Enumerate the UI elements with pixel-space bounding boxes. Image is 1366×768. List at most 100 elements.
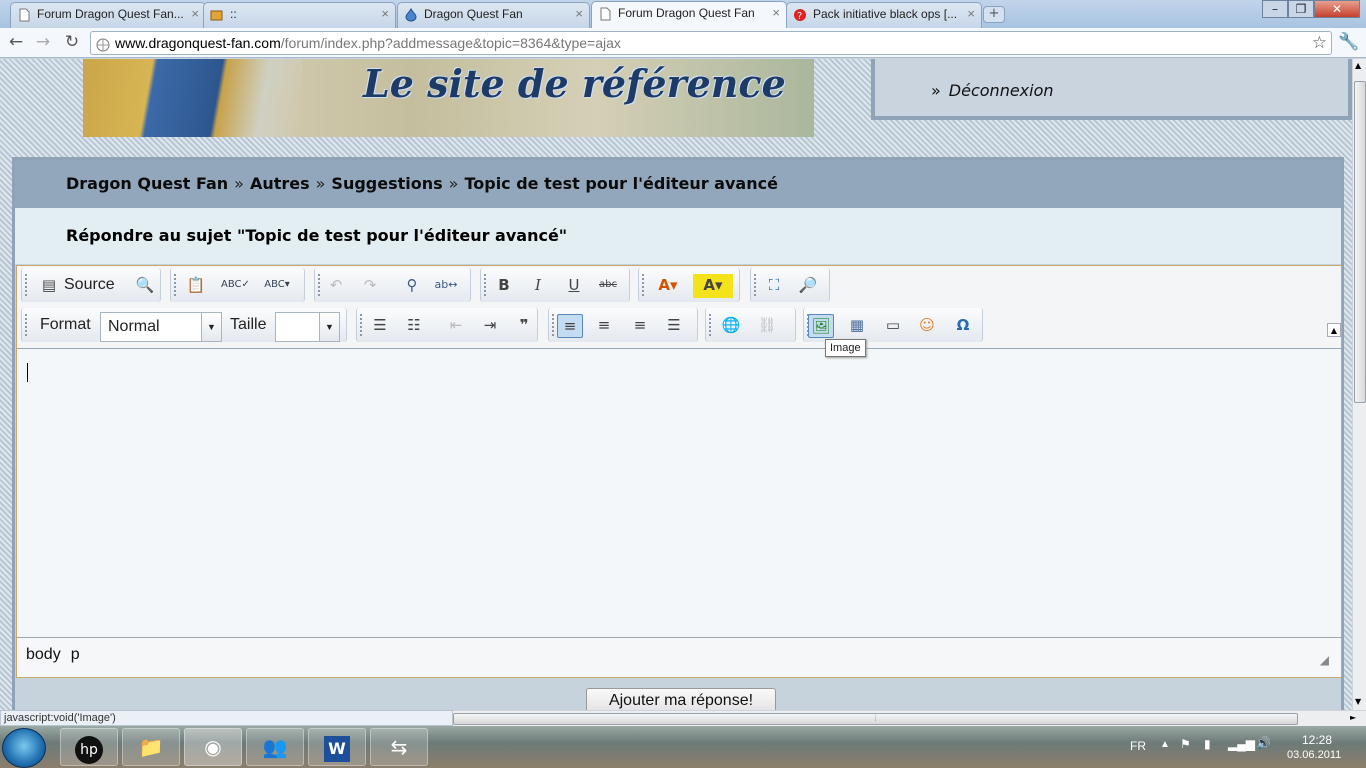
close-tab-icon[interactable]: × <box>381 3 389 25</box>
forward-button[interactable]: → <box>32 32 54 54</box>
collapse-toolbar-button[interactable]: ▲ <box>1327 323 1341 337</box>
blockquote-button[interactable]: ❞ <box>511 314 537 338</box>
table-button[interactable]: ▦ <box>844 314 870 338</box>
clock-time[interactable]: 12:28 <box>1302 733 1332 747</box>
device-icon[interactable]: ▮ <box>1204 737 1211 751</box>
underline-button[interactable]: U <box>561 274 587 298</box>
browser-tab-2[interactable]: :: × <box>203 2 396 28</box>
network-icon[interactable]: ▂▄▆ <box>1228 737 1255 751</box>
replace-button[interactable]: ab↔ <box>433 274 459 298</box>
toolbar-group-lists: ☰ ☷ ⇤ ⇥ ❞ <box>356 308 538 342</box>
reload-button[interactable]: ↻ <box>61 32 83 54</box>
start-button[interactable] <box>2 728 46 768</box>
indent-button[interactable]: ⇥ <box>477 314 503 338</box>
editor-content-area[interactable] <box>17 348 1341 637</box>
browser-tab-1[interactable]: Forum Dragon Quest Fan... × <box>10 2 206 28</box>
address-bar[interactable]: www.dragonquest-fan.com/forum/index.php?… <box>90 31 1332 55</box>
wrench-icon[interactable]: 🔧 <box>1338 32 1360 54</box>
browser-tab-3[interactable]: Dragon Quest Fan × <box>397 2 590 28</box>
bold-button[interactable]: B <box>491 274 517 298</box>
close-tab-icon[interactable]: × <box>191 3 199 25</box>
back-button[interactable]: ← <box>5 32 27 54</box>
scroll-down-icon[interactable]: ▼ <box>1355 697 1361 706</box>
star-icon[interactable]: ☆ <box>1312 32 1327 54</box>
maximize-button[interactable]: ❐ <box>1288 0 1314 18</box>
preview-button[interactable]: 🔍 <box>132 274 158 298</box>
source-button[interactable]: Source <box>60 274 119 298</box>
page-icon <box>17 7 31 22</box>
maximize-editor-button[interactable]: ⛶ <box>761 274 787 298</box>
format-select[interactable]: Normal ▼ <box>100 312 222 342</box>
breadcrumb-item[interactable]: Dragon Quest Fan <box>66 174 228 193</box>
smiley-button[interactable]: ☺ <box>914 314 940 338</box>
tooltip: Image <box>825 339 866 357</box>
site-banner: Le site de référence <box>83 59 814 137</box>
horizontal-scrollbar[interactable]: ⦙ ► <box>453 710 1366 726</box>
vertical-scroll-thumb[interactable] <box>1354 81 1366 403</box>
path-item-body[interactable]: body <box>26 646 61 663</box>
special-char-button[interactable]: Ω <box>950 314 976 338</box>
show-blocks-button[interactable]: 🔎 <box>795 274 821 298</box>
tab-strip: Forum Dragon Quest Fan... × :: × Dragon … <box>0 0 1366 28</box>
scroll-right-icon[interactable]: ► <box>1350 713 1356 722</box>
browser-tab-active[interactable]: Forum Dragon Quest Fan × <box>591 1 787 28</box>
teamviewer-icon[interactable]: ⇆ <box>370 728 428 766</box>
bg-color-button[interactable]: A▾ <box>693 274 733 298</box>
toolbar-group-clipboard: 📋 ABC✓ ABC▾ <box>170 268 305 302</box>
unlink-button[interactable]: ⛓ <box>754 314 780 338</box>
paste-word-button[interactable]: 📋 <box>183 274 209 298</box>
scroll-up-icon[interactable]: ▲ <box>1355 61 1361 70</box>
vertical-scrollbar[interactable]: ▲ ▼ <box>1352 59 1366 710</box>
path-item-p[interactable]: p <box>71 646 80 663</box>
new-tab-button[interactable]: + <box>983 6 1005 23</box>
breadcrumb-item[interactable]: Autres <box>250 174 310 193</box>
align-left-button[interactable]: ≡ <box>557 314 583 338</box>
spellcheck-button[interactable]: ABC✓ <box>221 274 250 298</box>
format-value: Normal <box>108 318 160 335</box>
show-hidden-icons-icon[interactable]: ▲ <box>1160 739 1170 750</box>
messenger-icon[interactable]: 👥 <box>246 728 304 766</box>
horizontal-scroll-thumb[interactable]: ⦙ <box>453 713 1298 725</box>
submit-reply-button[interactable]: Ajouter ma réponse! <box>586 688 776 710</box>
close-tab-icon[interactable]: × <box>967 3 975 25</box>
close-tab-icon[interactable]: × <box>772 2 780 24</box>
align-right-button[interactable]: ≡ <box>627 314 653 338</box>
logout-link-label: Déconnexion <box>948 81 1054 100</box>
toolbar-group-basic-styles: B I U abc <box>480 268 630 302</box>
hp-icon[interactable]: hp <box>60 728 118 766</box>
strike-button[interactable]: abc <box>595 274 621 298</box>
link-button[interactable]: 🌐 <box>718 314 744 338</box>
close-window-button[interactable]: ✕ <box>1314 0 1360 18</box>
page-icon <box>598 6 612 21</box>
volume-icon[interactable]: 🔊 <box>1256 736 1271 750</box>
size-select[interactable]: ▼ <box>275 312 340 342</box>
text-color-button[interactable]: A▾ <box>647 274 689 298</box>
horizontal-rule-button[interactable]: ▭ <box>880 314 906 338</box>
breadcrumb-item[interactable]: Topic de test pour l'éditeur avancé <box>464 174 777 193</box>
image-button[interactable]: 🖼 <box>808 314 834 338</box>
word-icon[interactable]: W <box>308 728 366 766</box>
clock-date[interactable]: 03.06.2011 <box>1287 749 1341 761</box>
browser-tab-5[interactable]: ? Pack initiative black ops [... × <box>786 2 982 28</box>
action-center-icon[interactable]: ⚑ <box>1180 737 1191 751</box>
close-tab-icon[interactable]: × <box>575 3 583 25</box>
resize-grip-icon[interactable]: ◢ <box>1320 643 1329 677</box>
language-indicator[interactable]: FR <box>1130 739 1146 753</box>
explorer-icon[interactable]: 📁 <box>122 728 180 766</box>
numbered-list-button[interactable]: ☰ <box>367 314 393 338</box>
bullet-list-button[interactable]: ☷ <box>401 314 427 338</box>
outdent-button[interactable]: ⇤ <box>443 314 469 338</box>
breadcrumb-item[interactable]: Suggestions <box>331 174 442 193</box>
logout-link[interactable]: » Déconnexion <box>931 81 1054 100</box>
italic-button[interactable]: I <box>525 274 551 298</box>
chrome-icon[interactable]: ◉ <box>184 728 242 766</box>
redo-button[interactable]: ↷ <box>357 274 383 298</box>
undo-button[interactable]: ↶ <box>323 274 349 298</box>
find-button[interactable]: ⚲ <box>399 274 425 298</box>
justify-button[interactable]: ☰ <box>661 314 687 338</box>
spellcheck-dropdown-button[interactable]: ABC▾ <box>257 274 297 298</box>
banner-title: Le site de référence <box>363 61 786 106</box>
minimize-button[interactable]: – <box>1262 0 1288 18</box>
align-center-button[interactable]: ≡ <box>591 314 617 338</box>
slime-icon <box>404 7 418 22</box>
